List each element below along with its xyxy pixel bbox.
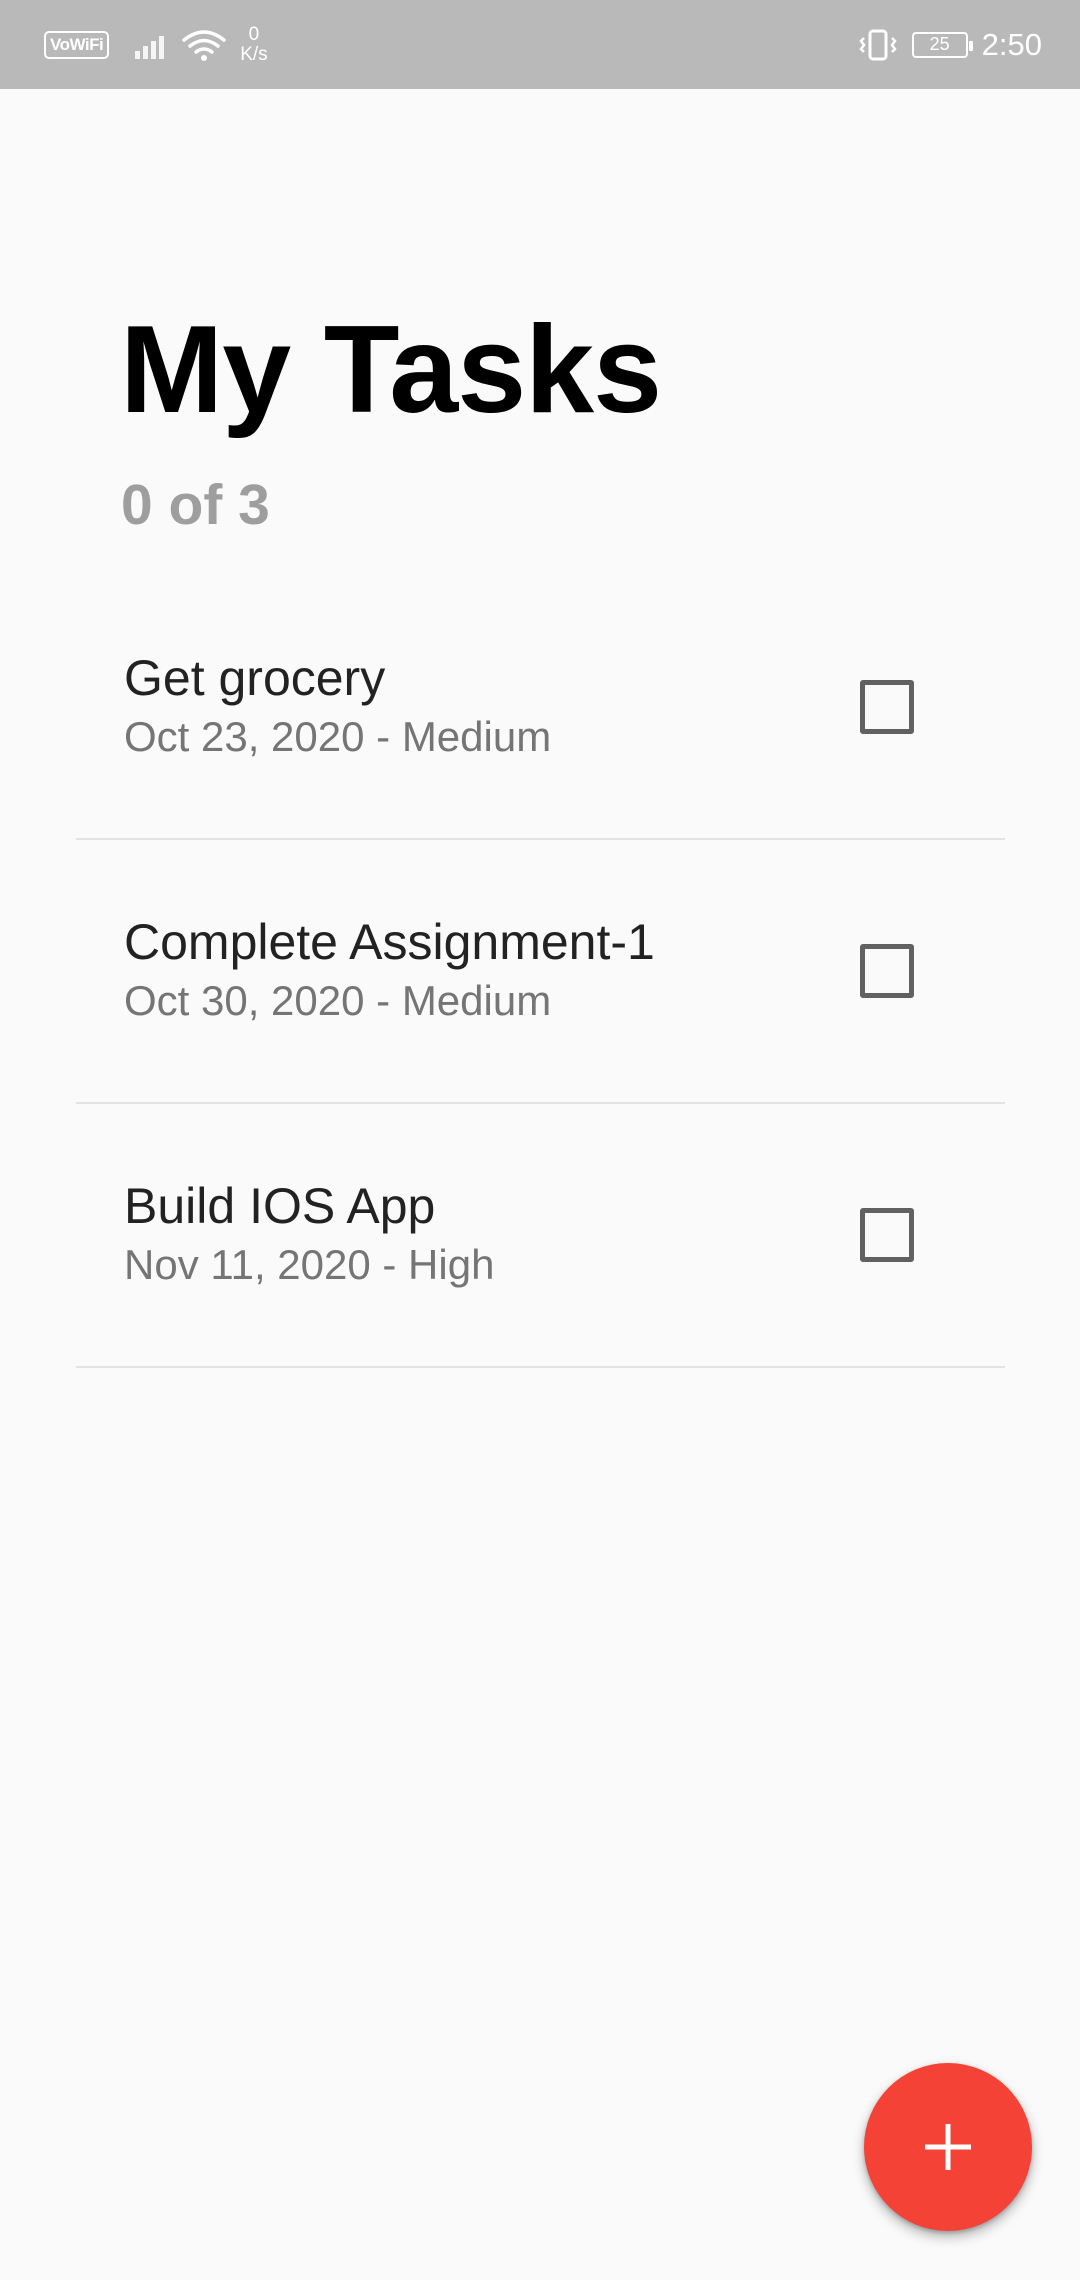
vibrate-icon	[859, 29, 897, 60]
task-item[interactable]: Build IOS App Nov 11, 2020 - High	[76, 1104, 1005, 1368]
network-speed-unit: K/s	[240, 43, 268, 65]
task-title: Get grocery	[124, 650, 386, 706]
task-count: 0 of 3	[121, 473, 270, 537]
vowifi-icon: VoWiFi	[44, 30, 110, 59]
battery-level: 25	[929, 34, 950, 54]
status-clock: 2:50	[981, 26, 1042, 62]
network-speed: 0 K/s	[240, 23, 268, 65]
task-checkbox[interactable]	[860, 944, 914, 998]
task-checkbox[interactable]	[860, 680, 914, 734]
status-bar-left: VoWiFi 0 K/s	[44, 23, 268, 65]
status-bar-right: 25 2:50	[858, 27, 1042, 63]
task-checkbox[interactable]	[860, 1208, 914, 1262]
task-title: Build IOS App	[124, 1178, 436, 1234]
add-task-button[interactable]	[864, 2063, 1032, 2231]
network-speed-value: 0	[248, 23, 260, 45]
status-bar: VoWiFi 0 K/s 25 2:50	[0, 0, 1080, 89]
task-item[interactable]: Complete Assignment-1 Oct 30, 2020 - Med…	[76, 840, 1005, 1104]
signal-icon	[135, 31, 165, 59]
task-meta: Oct 30, 2020 - Medium	[124, 977, 552, 1024]
task-title: Complete Assignment-1	[124, 914, 655, 970]
task-item[interactable]: Get grocery Oct 23, 2020 - Medium	[76, 576, 1005, 840]
battery-icon: 25	[911, 31, 973, 58]
plus-icon	[925, 2124, 971, 2170]
screen: VoWiFi 0 K/s 25 2:50 My Tasks 0 of 3 Get…	[0, 0, 1080, 2280]
task-meta: Nov 11, 2020 - High	[124, 1241, 495, 1288]
task-list: Get grocery Oct 23, 2020 - Medium Comple…	[76, 576, 1005, 1368]
task-meta: Oct 23, 2020 - Medium	[124, 713, 552, 760]
wifi-icon	[182, 29, 226, 61]
page-title: My Tasks	[120, 301, 662, 439]
